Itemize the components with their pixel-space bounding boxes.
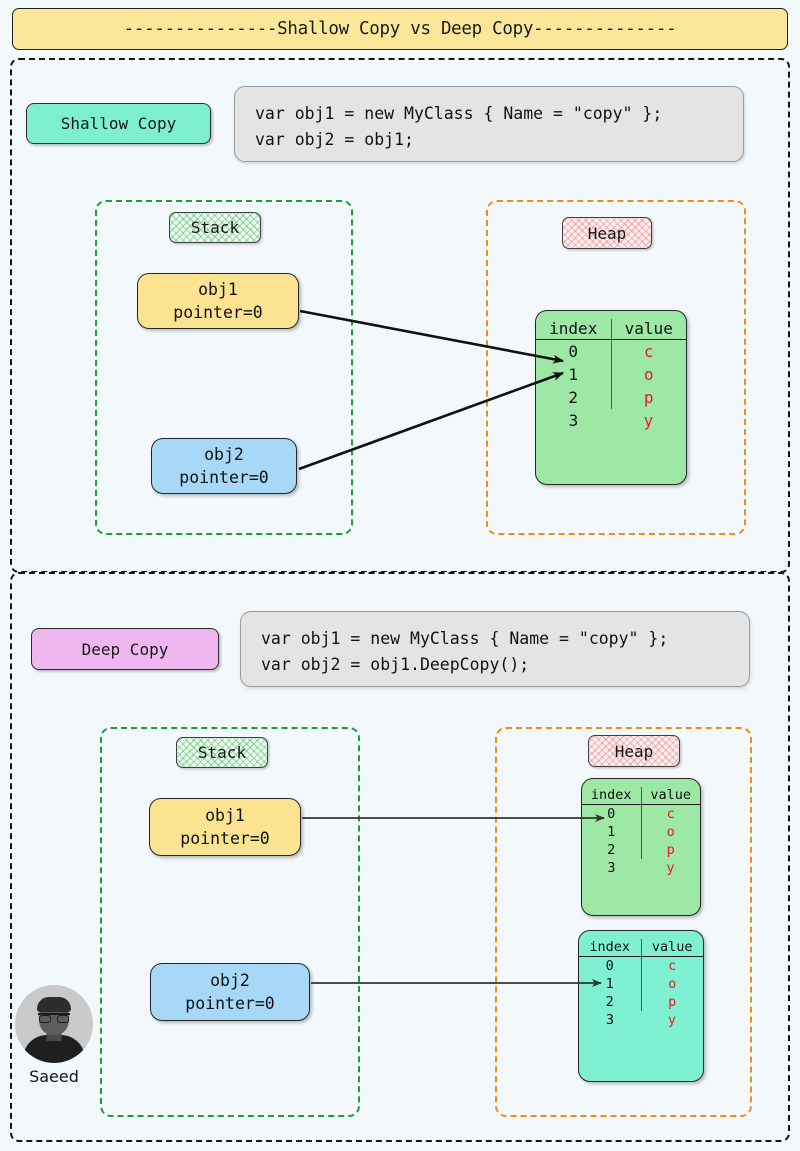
heap-table-header-row: index value: [579, 939, 703, 957]
variable-pointer: pointer=0: [180, 829, 270, 848]
variable-pointer: pointer=0: [179, 468, 269, 487]
heap-cell-index: 0: [579, 956, 642, 975]
avatar: [15, 985, 93, 1063]
heap-cell-value: o: [643, 365, 654, 384]
heap-cell-index: 3: [605, 1012, 615, 1028]
heap-table-header-row: index value: [582, 787, 700, 805]
author-signature: Saeed: [12, 985, 96, 1086]
stack-variable-obj2-deep: obj2 pointer=0: [150, 963, 310, 1021]
heap-table-row: 3 y: [579, 1011, 703, 1029]
glasses-icon: [38, 1013, 70, 1023]
author-name: Saeed: [29, 1067, 79, 1086]
heap-col-index: index: [579, 939, 642, 957]
stack-variable-obj1-deep: obj1 pointer=0: [149, 798, 301, 856]
heap-cell-value: o: [668, 976, 677, 992]
heap-cell-index: 2: [582, 841, 642, 859]
label-heap-deep: Heap: [588, 735, 680, 767]
heap-cell-value: p: [668, 994, 677, 1010]
heap-cell-index: 1: [536, 363, 612, 386]
heap-table-row: 1 o: [579, 975, 703, 993]
heap-table-header-row: index value: [536, 319, 686, 340]
heap-cell-value: p: [643, 388, 654, 407]
heap-cell-value: p: [666, 842, 675, 858]
label-heap-shallow: Heap: [562, 217, 652, 249]
heap-cell-value: y: [643, 411, 654, 430]
label-stack-deep: Stack: [176, 737, 268, 768]
heap-table-row: 1 o: [536, 363, 686, 386]
stack-variable-obj1-shallow: obj1 pointer=0: [137, 273, 299, 329]
variable-pointer: pointer=0: [185, 994, 275, 1013]
heap-cell-index: 2: [536, 386, 612, 409]
variable-name: obj2: [210, 971, 250, 990]
avatar-hair: [37, 997, 71, 1012]
diagram-canvas: ---------------Shallow Copy vs Deep Copy…: [0, 0, 800, 1151]
heap-cell-value: y: [667, 1012, 677, 1028]
heap-memory-block-deep-obj1: index value 0 c 1 o 2 p 3 y: [581, 778, 701, 916]
label-stack-shallow: Stack: [169, 212, 261, 243]
heap-cell-index: 0: [536, 339, 612, 363]
heap-table-row: 2 p: [579, 993, 703, 1011]
heap-cell-index: 3: [568, 411, 579, 430]
heap-cell-index: 1: [579, 975, 642, 993]
code-snippet-shallow-copy: var obj1 = new MyClass { Name = "copy" }…: [234, 86, 744, 162]
heap-memory-block-deep-obj2: index value 0 c 1 o 2 p 3 y: [578, 930, 704, 1082]
variable-name: obj2: [204, 445, 244, 464]
heap-cell-value: o: [666, 824, 675, 840]
heap-cell-index: 1: [582, 823, 642, 841]
heap-cell-index: 3: [607, 860, 616, 876]
heap-cell-index: 2: [579, 993, 642, 1011]
variable-name: obj1: [198, 280, 238, 299]
heap-cell-index: 0: [582, 804, 642, 823]
heap-table: index value 0 c 1 o 2 p 3 y: [536, 319, 686, 432]
heap-memory-block-shallow: index value 0 c 1 o 2 p 3 y: [535, 310, 687, 485]
heap-table-row: 3 y: [536, 409, 686, 432]
heap-table-row: 0 c: [579, 956, 703, 975]
heap-col-value: value: [641, 787, 700, 805]
heap-col-index: index: [536, 319, 612, 340]
heap-cell-value: c: [643, 342, 654, 361]
badge-shallow-copy: Shallow Copy: [26, 103, 211, 144]
heap-table-row: 3 y: [582, 859, 700, 877]
heap-table: index value 0 c 1 o 2 p 3 y: [582, 787, 700, 877]
stack-variable-obj2-shallow: obj2 pointer=0: [151, 438, 297, 494]
variable-name: obj1: [205, 806, 245, 825]
heap-cell-value: c: [668, 958, 677, 974]
heap-cell-value: y: [666, 860, 675, 876]
diagram-title: ---------------Shallow Copy vs Deep Copy…: [12, 8, 788, 50]
heap-table: index value 0 c 1 o 2 p 3 y: [579, 939, 703, 1029]
heap-table-row: 1 o: [582, 823, 700, 841]
region-stack-deep: [100, 727, 360, 1117]
badge-deep-copy: Deep Copy: [31, 628, 219, 670]
heap-table-row: 0 c: [582, 804, 700, 823]
heap-table-row: 2 p: [582, 841, 700, 859]
heap-col-value: value: [641, 939, 703, 957]
heap-col-value: value: [611, 319, 686, 340]
heap-cell-value: c: [666, 806, 675, 822]
code-snippet-deep-copy: var obj1 = new MyClass { Name = "copy" }…: [240, 611, 750, 687]
heap-table-row: 0 c: [536, 339, 686, 363]
heap-col-index: index: [582, 787, 642, 805]
variable-pointer: pointer=0: [173, 303, 263, 322]
heap-table-row: 2 p: [536, 386, 686, 409]
